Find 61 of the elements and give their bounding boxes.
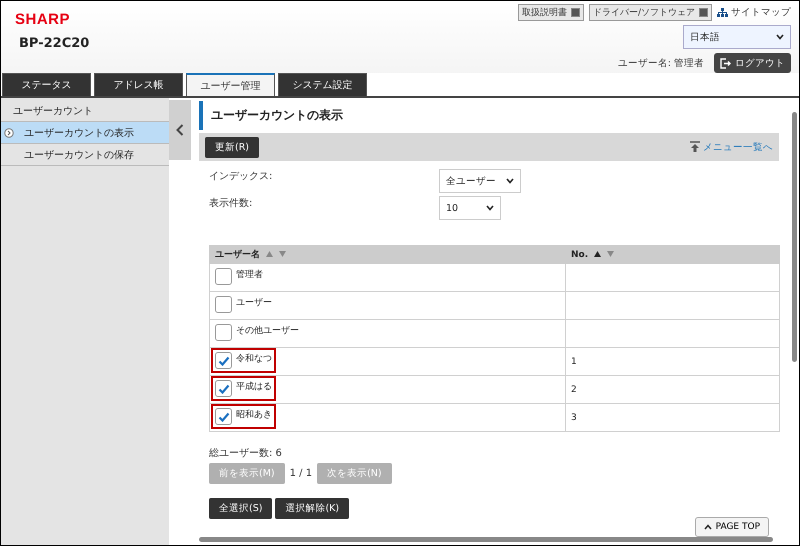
deselect-button[interactable]: 選択解除(K) <box>275 498 350 519</box>
sort-up-icon[interactable] <box>594 250 602 256</box>
select-all-button[interactable]: 全選択(S) <box>209 498 272 519</box>
refresh-button[interactable]: 更新(R) <box>205 136 260 158</box>
vertical-scrollbar[interactable] <box>792 112 796 362</box>
nav-tab[interactable]: ステータス <box>2 73 91 96</box>
manual-link[interactable]: 取扱説明書 <box>518 4 584 21</box>
user-name: 管理者 <box>236 268 263 281</box>
chevron-down-icon <box>506 178 514 184</box>
column-header[interactable]: No. <box>566 246 780 264</box>
sitemap-icon <box>717 8 728 18</box>
chevron-down-icon <box>776 34 784 40</box>
chevron-circle-icon <box>4 128 14 138</box>
sort-down-icon[interactable] <box>607 250 614 256</box>
check-icon <box>218 410 230 422</box>
user-name: 平成はる <box>236 380 272 393</box>
row-checkbox[interactable] <box>215 268 232 285</box>
nav-tab[interactable]: アドレス帳 <box>94 73 183 96</box>
chevron-left-icon <box>176 124 184 136</box>
external-link-icon <box>699 8 708 17</box>
language-select[interactable]: 日本語 <box>683 25 791 49</box>
brand-logo: SHARP <box>15 11 72 28</box>
total-users: 総ユーザー数: 6 <box>209 447 283 460</box>
index-select[interactable]: 全ユーザー <box>439 169 521 193</box>
user-number: 1 <box>571 356 577 366</box>
user-number: 2 <box>571 384 577 394</box>
manual-link[interactable]: ドライバー/ソフトウェア <box>588 4 712 21</box>
sort-down-icon[interactable] <box>279 251 286 257</box>
row-checkbox[interactable] <box>215 352 232 369</box>
logout-button[interactable]: ログアウト <box>714 53 791 73</box>
row-checkbox[interactable] <box>215 408 232 425</box>
count-select[interactable]: 10 <box>439 196 501 220</box>
user-number: 3 <box>571 412 577 422</box>
user-name: ユーザー <box>236 297 272 309</box>
sitemap-link[interactable]: サイトマップ <box>717 6 791 19</box>
page-indicator: 1 / 1 <box>290 468 312 479</box>
check-icon <box>218 382 230 394</box>
column-header[interactable]: ユーザー名 <box>210 246 566 264</box>
chevron-down-icon <box>486 205 494 211</box>
form-label: 表示件数: <box>209 196 254 210</box>
horizontal-scrollbar[interactable] <box>199 537 773 542</box>
sidebar-item[interactable]: ユーザーカウントの表示 <box>1 122 169 144</box>
user-name-label: ユーザー名: 管理者 <box>618 56 704 70</box>
collapse-button[interactable] <box>169 100 191 160</box>
external-link-icon <box>570 8 580 17</box>
nav-tab[interactable]: ユーザー管理 <box>186 73 275 96</box>
logout-icon <box>720 58 731 68</box>
user-name: 昭和あき <box>236 408 272 421</box>
model-name: BP-22C20 <box>18 36 90 51</box>
nav-tab[interactable]: システム設定 <box>278 73 367 96</box>
user-name: 令和なつ <box>236 352 272 365</box>
check-icon <box>218 354 230 366</box>
menu-list-link[interactable]: メニュー一覧へ <box>689 140 773 154</box>
user-name: その他ユーザー <box>236 324 299 337</box>
row-checkbox[interactable] <box>215 296 232 313</box>
caret-up-icon <box>704 524 712 530</box>
row-checkbox[interactable] <box>215 324 232 341</box>
row-checkbox[interactable] <box>215 380 232 397</box>
page-top-button[interactable]: PAGE TOP <box>694 517 769 537</box>
form-label: インデックス: <box>209 170 274 183</box>
return-up-icon <box>689 141 701 153</box>
